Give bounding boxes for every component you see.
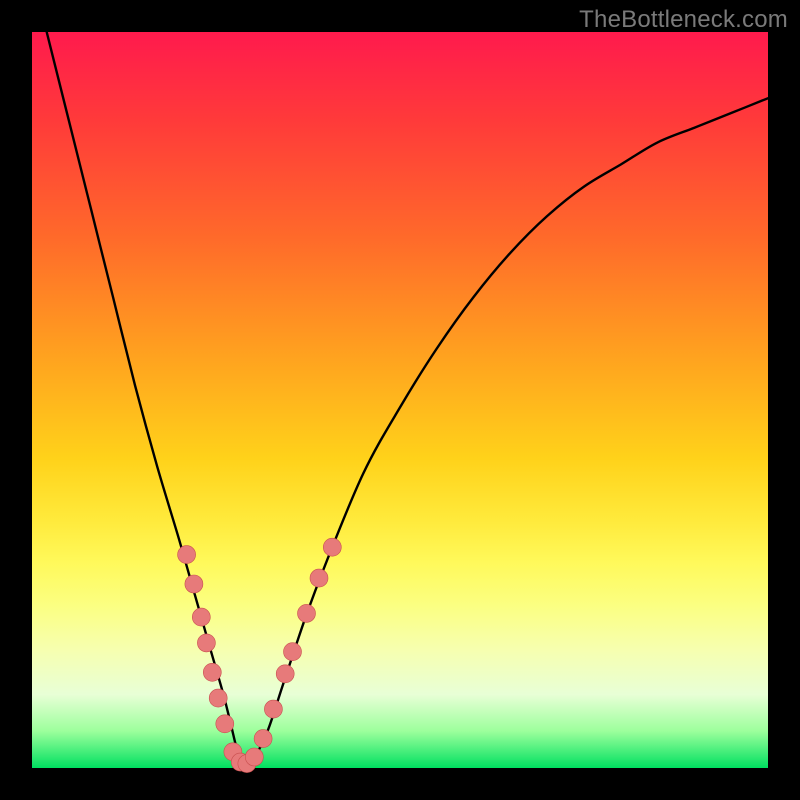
- data-point: [185, 575, 203, 593]
- data-point: [284, 643, 302, 661]
- data-point: [264, 700, 282, 718]
- data-point: [298, 604, 316, 622]
- data-point: [192, 608, 210, 626]
- data-point: [216, 715, 234, 733]
- chart-svg: [32, 32, 768, 768]
- data-point: [178, 546, 196, 564]
- plot-area: [32, 32, 768, 768]
- chart-frame: TheBottleneck.com: [0, 0, 800, 800]
- data-point: [276, 665, 294, 683]
- data-point: [203, 663, 221, 681]
- data-point: [323, 538, 341, 556]
- data-point: [245, 748, 263, 766]
- data-point: [197, 634, 215, 652]
- data-point: [209, 689, 227, 707]
- bottleneck-curve: [47, 32, 768, 768]
- marker-group: [178, 538, 342, 772]
- data-point: [254, 730, 272, 748]
- data-point: [310, 569, 328, 587]
- watermark-text: TheBottleneck.com: [579, 6, 788, 34]
